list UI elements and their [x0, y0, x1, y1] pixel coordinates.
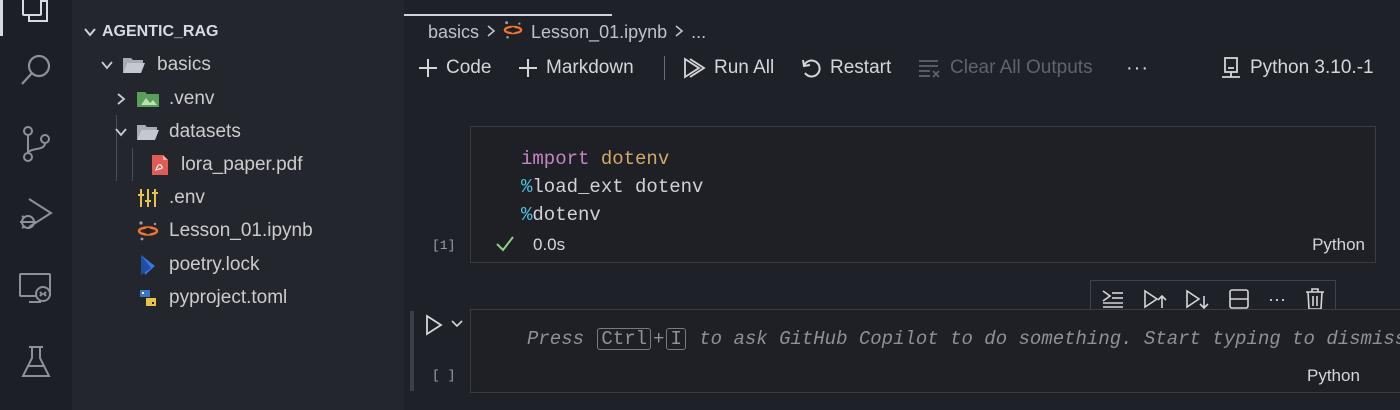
- code-token: dotenv: [532, 204, 601, 226]
- explorer-root[interactable]: AGENTIC_RAG: [72, 14, 404, 50]
- code-editor[interactable]: import dotenv %load_ext dotenv %dotenv: [521, 145, 703, 229]
- cell-language[interactable]: Python: [1307, 366, 1360, 386]
- check-icon: [496, 236, 514, 252]
- plus-sign: +: [653, 328, 665, 350]
- tree-item-poetry-lock[interactable]: poetry.lock: [72, 248, 404, 281]
- tree-item-venv[interactable]: .venv: [72, 82, 404, 115]
- breadcrumb-more[interactable]: ...: [691, 22, 706, 43]
- notebook-toolbar: Code Markdown Run All Restart Clear All …: [404, 50, 1400, 86]
- explorer-sidebar: AGENTIC_RAG basics .venv datasets lora_p…: [72, 0, 404, 410]
- chevron-right-icon: [485, 22, 497, 43]
- pdf-file-icon: [148, 148, 172, 181]
- folder-open-icon: [120, 48, 148, 81]
- tree-item-basics[interactable]: basics: [72, 48, 404, 81]
- tree-item-label: .venv: [169, 88, 215, 109]
- plus-icon: [519, 59, 537, 77]
- tree-item-label: pyproject.toml: [169, 287, 288, 308]
- remote-explorer-icon[interactable]: [14, 266, 58, 310]
- activity-bar: [0, 0, 72, 410]
- plus-icon: [419, 59, 437, 77]
- kernel-server-icon: [1222, 57, 1240, 78]
- more-icon: ···: [1126, 56, 1149, 79]
- tree-item-label: .env: [169, 187, 205, 208]
- clear-all-outputs-button[interactable]: Clear All Outputs: [918, 50, 1093, 86]
- breadcrumb-folder[interactable]: basics: [428, 22, 479, 43]
- files-icon[interactable]: [14, 0, 58, 30]
- tree-item-lesson-notebook[interactable]: Lesson_01.ipynb: [72, 214, 404, 247]
- code-cell[interactable]: import dotenv %load_ext dotenv %dotenv 0…: [470, 126, 1376, 263]
- module-token: dotenv: [600, 148, 670, 170]
- code-line: %dotenv: [521, 201, 703, 229]
- run-options-chevron-icon[interactable]: [450, 317, 464, 336]
- i-key: I: [666, 328, 686, 350]
- tree-item-label: datasets: [169, 121, 241, 142]
- toolbar-divider: [664, 56, 665, 80]
- play-icon: [426, 314, 443, 336]
- jupyter-icon: [134, 214, 162, 247]
- hint-text: to ask GitHub Copilot to do something. S…: [699, 328, 1400, 350]
- copilot-hint[interactable]: Press Ctrl + I to ask GitHub Copilot to do…: [527, 328, 1400, 350]
- run-all-button[interactable]: Run All: [682, 50, 774, 86]
- jupyter-icon: [503, 20, 523, 45]
- breadcrumb-file[interactable]: Lesson_01.ipynb: [531, 22, 667, 43]
- folder-open-icon: [134, 115, 162, 148]
- folder-venv-icon: [134, 82, 162, 115]
- execution-count: [1]: [432, 238, 456, 253]
- cell-focus-indicator: [410, 311, 414, 391]
- explorer-root-label: AGENTIC_RAG: [102, 23, 219, 40]
- tree-item-label: Lesson_01.ipynb: [169, 220, 313, 241]
- markdown-button-label: Markdown: [546, 57, 634, 78]
- source-control-icon[interactable]: [14, 122, 58, 166]
- run-cell-button[interactable]: [424, 314, 444, 341]
- clear-outputs-label: Clear All Outputs: [950, 57, 1093, 78]
- chevron-right-icon: [110, 82, 132, 115]
- clear-outputs-icon: [919, 60, 940, 78]
- ctrl-key: Ctrl: [597, 328, 652, 350]
- chevron-right-icon: [673, 22, 685, 43]
- code-line: %load_ext dotenv: [521, 173, 703, 201]
- python-icon: [134, 281, 162, 314]
- run-debug-icon[interactable]: [14, 192, 58, 236]
- keyword-token: import: [521, 148, 590, 170]
- more-actions-button[interactable]: ···: [1126, 50, 1149, 86]
- tree-item-label: poetry.lock: [169, 254, 260, 275]
- tree-item-env[interactable]: .env: [72, 181, 404, 214]
- hint-text: Press: [527, 328, 585, 350]
- execution-count: [ ]: [432, 368, 456, 383]
- tree-item-lora-paper[interactable]: lora_paper.pdf: [72, 148, 404, 181]
- chevron-down-icon: [84, 28, 96, 37]
- code-cell[interactable]: Press Ctrl + I to ask GitHub Copilot to do…: [470, 309, 1400, 393]
- flask-icon[interactable]: [14, 340, 58, 384]
- active-indicator: [0, 0, 3, 36]
- code-token: load_ext dotenv: [532, 176, 704, 198]
- restart-label: Restart: [830, 57, 892, 78]
- add-code-cell-button[interactable]: Code: [418, 50, 491, 86]
- add-markdown-cell-button[interactable]: Markdown: [518, 50, 634, 86]
- tree-item-label: lora_paper.pdf: [181, 154, 303, 175]
- magic-token: %: [521, 204, 533, 226]
- poetry-icon: [134, 248, 162, 281]
- execution-time: 0.0s: [533, 235, 566, 254]
- code-button-label: Code: [446, 57, 492, 78]
- tree-item-datasets[interactable]: datasets: [72, 115, 404, 148]
- run-all-label: Run All: [714, 57, 775, 78]
- search-icon[interactable]: [14, 48, 58, 92]
- settings-sliders-icon: [134, 181, 162, 214]
- cell-language[interactable]: Python: [1312, 235, 1365, 255]
- code-line: import dotenv: [521, 145, 703, 173]
- kernel-picker[interactable]: Python 3.10.-1: [1220, 50, 1374, 86]
- chevron-down-icon: [110, 115, 132, 148]
- run-all-icon: [684, 57, 706, 79]
- tree-item-pyproject[interactable]: pyproject.toml: [72, 281, 404, 314]
- restart-icon: [802, 59, 821, 78]
- magic-token: %: [521, 176, 533, 198]
- restart-button[interactable]: Restart: [800, 50, 891, 86]
- kernel-label: Python 3.10.-1: [1250, 57, 1374, 78]
- chevron-down-icon: [96, 48, 118, 81]
- tab-active-indicator: [404, 14, 612, 16]
- tree-item-label: basics: [157, 54, 211, 75]
- breadcrumb: basics Lesson_01.ipynb ...: [428, 18, 706, 46]
